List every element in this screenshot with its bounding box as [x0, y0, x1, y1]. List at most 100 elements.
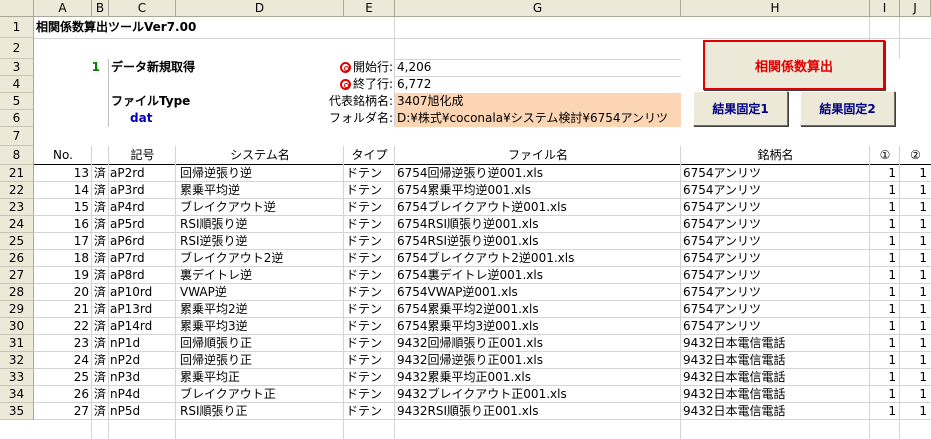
cell-c2[interactable]: 1	[900, 318, 927, 335]
cell-no[interactable]: 18	[34, 250, 89, 267]
cell-c2[interactable]: 1	[900, 182, 927, 199]
cell-c1[interactable]: 1	[870, 267, 896, 284]
row-header[interactable]: 23	[0, 199, 34, 216]
cell-type[interactable]: ドテン	[346, 352, 394, 369]
row-header[interactable]: 28	[0, 284, 34, 301]
cell-status[interactable]: 済	[92, 403, 108, 420]
end-row-value[interactable]: 6,772	[397, 76, 517, 93]
col-header-a[interactable]: A	[34, 0, 92, 17]
cell-file-name[interactable]: 6754累乗平均逆001.xls	[397, 182, 680, 199]
cell-type[interactable]: ドテン	[346, 318, 394, 335]
cell-brand[interactable]: 6754アンリツ	[683, 318, 869, 335]
cell-no[interactable]: 21	[34, 301, 89, 318]
cell-system-name[interactable]: 裏デイトレ逆	[180, 267, 343, 284]
cell-code[interactable]: aP7rd	[110, 250, 175, 267]
row-header[interactable]: 30	[0, 318, 34, 335]
cell-code[interactable]: aP14rd	[110, 318, 175, 335]
cell-status[interactable]: 済	[92, 182, 108, 199]
cell-system-name[interactable]: 累乗平均正	[180, 369, 343, 386]
fix-result-1-button[interactable]: 結果固定1	[693, 91, 788, 126]
col-header-h[interactable]: H	[681, 0, 870, 17]
start-row-value[interactable]: 4,206	[397, 59, 517, 76]
cell-status[interactable]: 済	[92, 250, 108, 267]
row-header[interactable]: 5	[0, 93, 34, 110]
cell-type[interactable]: ドテン	[346, 267, 394, 284]
row-header[interactable]: 26	[0, 250, 34, 267]
cell-file-name[interactable]: 6754VWAP逆001.xls	[397, 284, 680, 301]
cell-c2[interactable]: 1	[900, 233, 927, 250]
cell-c1[interactable]: 1	[870, 386, 896, 403]
cell-no[interactable]: 14	[34, 182, 89, 199]
cell-c2[interactable]: 1	[900, 301, 927, 318]
cell-c2[interactable]: 1	[900, 352, 927, 369]
cell-status[interactable]: 済	[92, 335, 108, 352]
cell-file-name[interactable]: 9432累乗平均正001.xls	[397, 369, 680, 386]
cell-system-name[interactable]: RSI逆張り逆	[180, 233, 343, 250]
cell-system-name[interactable]: 回帰順張り正	[180, 335, 343, 352]
cell-status[interactable]: 済	[92, 233, 108, 250]
cell-no[interactable]: 25	[34, 369, 89, 386]
filetype-value[interactable]: dat	[130, 110, 190, 127]
cell-brand[interactable]: 6754アンリツ	[683, 199, 869, 216]
cell-c2[interactable]: 1	[900, 369, 927, 386]
cell-system-name[interactable]: RSI順張り逆	[180, 216, 343, 233]
cell-code[interactable]: aP8rd	[110, 267, 175, 284]
cell-no[interactable]: 24	[34, 352, 89, 369]
cell-no[interactable]: 20	[34, 284, 89, 301]
cell-no[interactable]: 22	[34, 318, 89, 335]
cell-c2[interactable]: 1	[900, 199, 927, 216]
cell-system-name[interactable]: 累乗平均逆	[180, 182, 343, 199]
row-header[interactable]: 25	[0, 233, 34, 250]
cell-code[interactable]: nP4d	[110, 386, 175, 403]
cell-type[interactable]: ドテン	[346, 335, 394, 352]
cell-code[interactable]: nP2d	[110, 352, 175, 369]
cell-c1[interactable]: 1	[870, 403, 896, 420]
cell-code[interactable]: aP3rd	[110, 182, 175, 199]
cell-c1[interactable]: 1	[870, 233, 896, 250]
cell-status[interactable]: 済	[92, 386, 108, 403]
cell-c2[interactable]: 1	[900, 386, 927, 403]
row-header[interactable]: 3	[0, 59, 34, 76]
cell-c2[interactable]: 1	[900, 267, 927, 284]
row-header[interactable]: 7	[0, 127, 34, 146]
cell-file-name[interactable]: 6754裏デイトレ逆001.xls	[397, 267, 680, 284]
cell-type[interactable]: ドテン	[346, 301, 394, 318]
cell-c2[interactable]: 1	[900, 216, 927, 233]
row-header[interactable]: 6	[0, 110, 34, 127]
row-header[interactable]: 8	[0, 146, 34, 165]
cell-code[interactable]: nP1d	[110, 335, 175, 352]
cell-system-name[interactable]: 回帰逆張り逆	[180, 165, 343, 182]
cell-c1[interactable]: 1	[870, 199, 896, 216]
cell-c2[interactable]: 1	[900, 403, 927, 420]
col-header-c[interactable]: C	[109, 0, 176, 17]
cell-type[interactable]: ドテン	[346, 216, 394, 233]
cell-status[interactable]: 済	[92, 352, 108, 369]
cell-type[interactable]: ドテン	[346, 403, 394, 420]
cell-code[interactable]: aP2rd	[110, 165, 175, 182]
select-all-corner[interactable]	[0, 0, 34, 17]
row-header[interactable]: 22	[0, 182, 34, 199]
cell-file-name[interactable]: 9432RSI順張り正001.xls	[397, 403, 680, 420]
cell-c1[interactable]: 1	[870, 165, 896, 182]
cell-c1[interactable]: 1	[870, 369, 896, 386]
cell-code[interactable]: aP6rd	[110, 233, 175, 250]
cell-code[interactable]: aP10rd	[110, 284, 175, 301]
cell-no[interactable]: 27	[34, 403, 89, 420]
col-header-d[interactable]: D	[176, 0, 344, 17]
cell-brand[interactable]: 9432日本電信電話	[683, 386, 869, 403]
cell-c1[interactable]: 1	[870, 250, 896, 267]
cell-brand[interactable]: 9432日本電信電話	[683, 352, 869, 369]
cell-type[interactable]: ドテン	[346, 182, 394, 199]
cell-code[interactable]: aP13rd	[110, 301, 175, 318]
cell-brand[interactable]: 9432日本電信電話	[683, 403, 869, 420]
cell-c1[interactable]: 1	[870, 335, 896, 352]
cell-file-name[interactable]: 6754累乗平均2逆001.xls	[397, 301, 680, 318]
cell-type[interactable]: ドテン	[346, 386, 394, 403]
cell-no[interactable]: 19	[34, 267, 89, 284]
cell-file-name[interactable]: 6754累乗平均3逆001.xls	[397, 318, 680, 335]
cell-brand[interactable]: 9432日本電信電話	[683, 335, 869, 352]
brand-value[interactable]: 3407旭化成	[395, 93, 681, 110]
cell-no[interactable]: 16	[34, 216, 89, 233]
row-header[interactable]: 4	[0, 76, 34, 93]
cell-file-name[interactable]: 9432回帰逆張り正001.xls	[397, 352, 680, 369]
